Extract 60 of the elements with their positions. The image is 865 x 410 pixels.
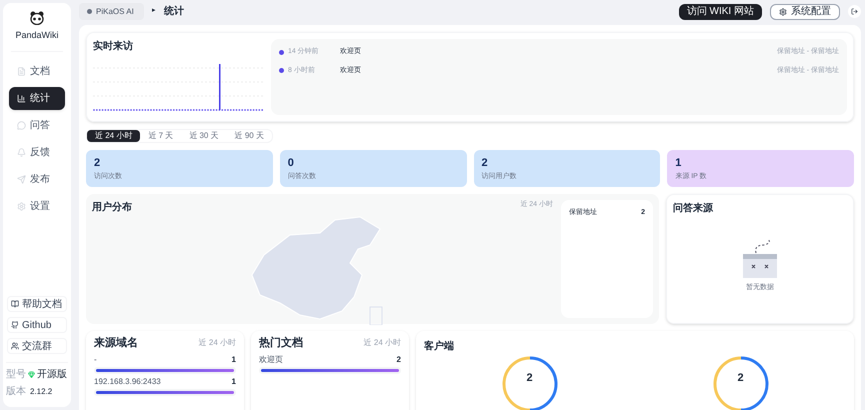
panda-logo-icon [29,11,45,25]
donut-value: 2 [526,371,533,386]
settings-button[interactable]: 系统配置 [770,4,840,20]
model-value: 开源版 [37,368,67,382]
visit-site-button[interactable]: 访问 WIKI 网站 [678,4,762,20]
version-label: 版本 [6,384,26,399]
book-icon [11,300,19,308]
stat-value: 1 [675,156,682,171]
row-label: 欢迎页 [259,354,283,366]
empty-box-icon [742,239,778,280]
logout-icon [851,8,858,15]
nav-item[interactable]: 发布 [9,168,65,190]
wiki-name: PiKaOS AI [96,6,134,18]
row-label: 192.168.3.96:2433 [94,376,161,388]
nav-item[interactable]: 问答 [9,114,65,136]
row-count: 2 [396,354,401,366]
row-label: - [94,354,97,366]
sidebar-link[interactable]: 交流群 [7,338,67,354]
range-label: 近 24 小时 [364,337,401,350]
donut-chart-drawing [712,356,768,410]
range-tab[interactable]: 近 90 天 [226,130,272,142]
logo-text: PandaWiki [11,29,63,52]
send-icon [17,174,26,184]
card-title: 用户分布 [92,200,132,215]
card-title: 热门文档 [259,336,303,351]
sidebar-link[interactable]: 帮助文档 [7,296,67,312]
version-value: 2.12.2 [30,386,52,398]
range-tab[interactable]: 近 30 天 [181,130,227,142]
donut-chart-drawing [502,356,558,410]
gem-icon [28,371,35,378]
nav-item[interactable]: 文档 [9,60,65,82]
people-icon [11,342,19,350]
document-icon [17,66,26,76]
bar-chart-icon [17,94,26,102]
stat-value: 2 [482,156,489,171]
breadcrumb-current: 统计 [164,4,184,19]
nav-item[interactable]: 设置 [9,194,65,218]
nav-item[interactable]: 统计 [9,86,65,110]
card-title: 客户端 [424,339,455,354]
settings-icon [17,202,26,210]
logout-button[interactable] [848,5,861,18]
range-tab[interactable]: 近 24 小时 [87,130,140,142]
card-title: 实时来访 [93,39,134,54]
stat-value: 0 [288,156,295,171]
card-title: 问答来源 [673,202,714,216]
bell-icon [17,148,26,156]
sidebar-link[interactable]: Github [7,317,67,333]
nav-item[interactable]: 反馈 [9,140,65,164]
range-tab[interactable]: 近 7 天 [140,130,182,142]
wiki-selector[interactable]: PiKaOS AI [79,3,144,20]
chat-bubble-icon [17,120,26,130]
donut-value: 2 [737,371,744,386]
range-label: 近 24 小时 [198,337,236,350]
row-count: 1 [232,376,236,388]
model-label: 型号 [6,368,26,382]
settings-icon [779,8,787,16]
card-title: 来源域名 [94,336,138,351]
github-icon [11,321,19,329]
row-count: 1 [232,354,236,366]
stat-value: 2 [94,156,102,171]
